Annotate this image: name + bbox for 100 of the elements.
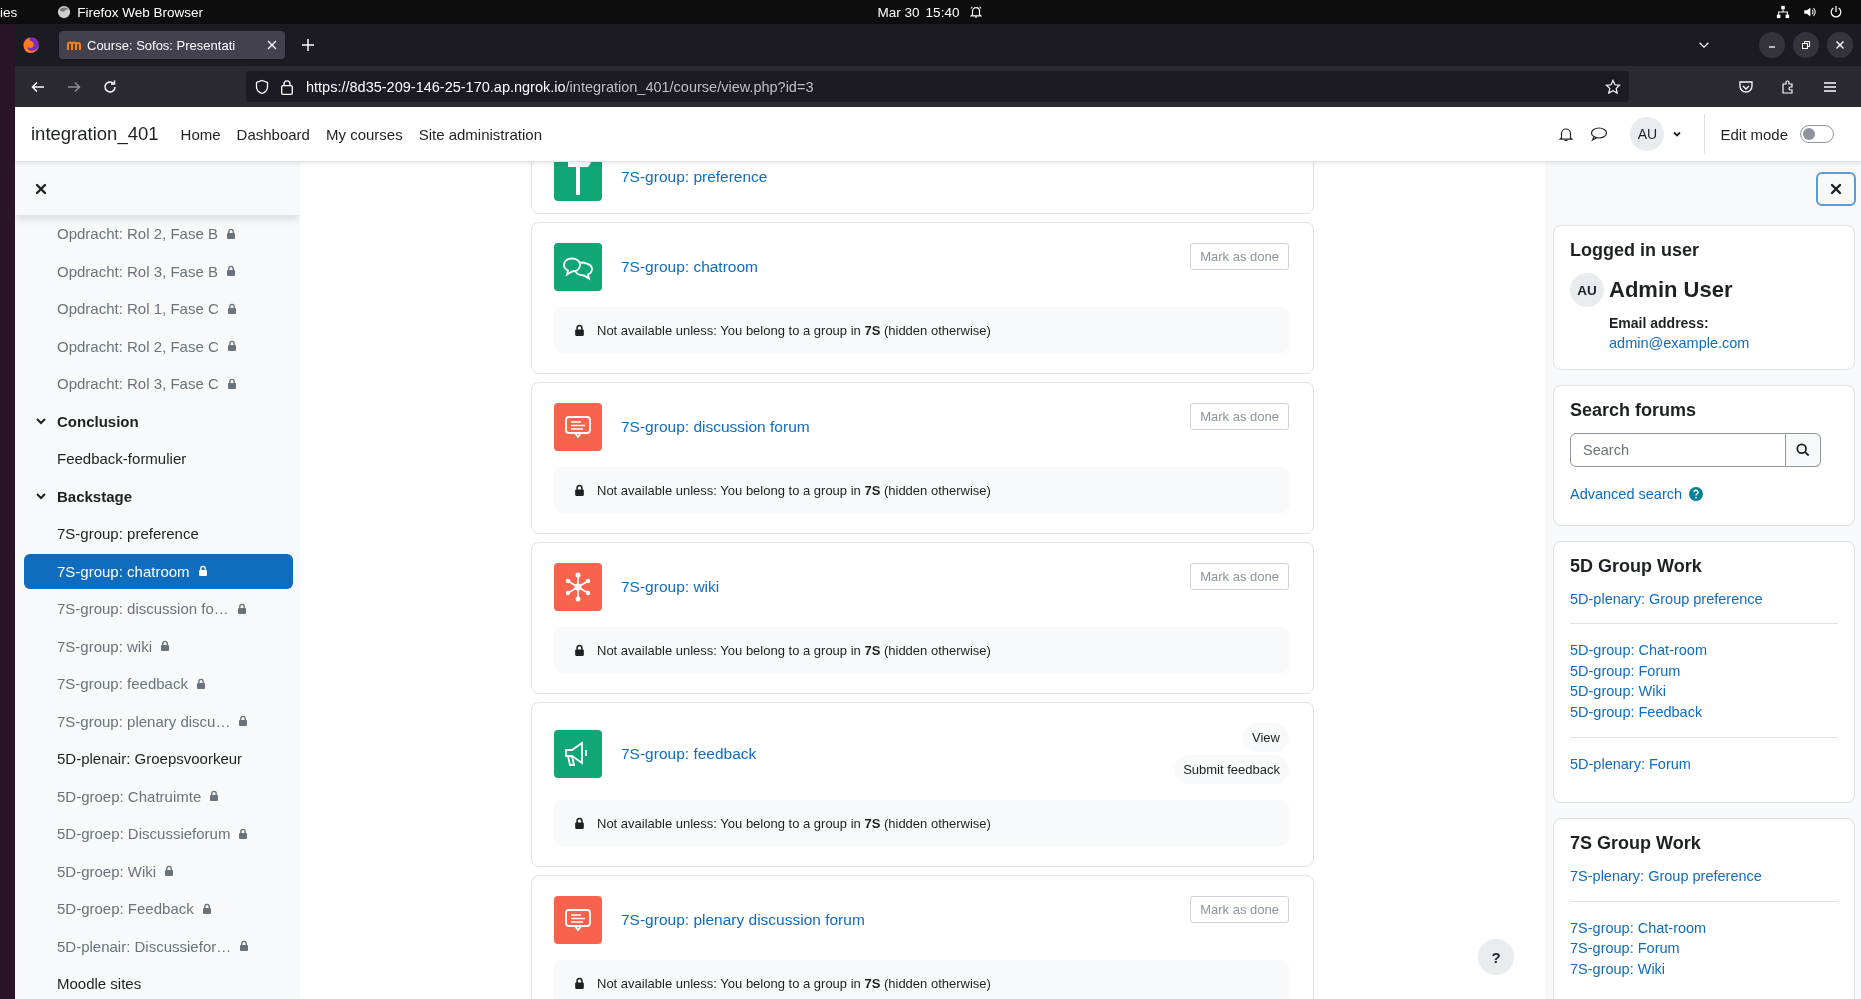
nav-link[interactable]: Home [172,117,229,151]
course-index-item[interactable]: Moodle sites [15,965,300,999]
course-index-item[interactable]: 5D-groep: Discussieforum [15,815,300,853]
activity-link[interactable]: 7S-group: discussion forum [621,418,1172,436]
activity-link[interactable]: 7S-group: preference [621,168,1289,186]
puzzle-piece-icon[interactable] [1780,78,1796,95]
speech-bubble-icon[interactable] [554,403,602,451]
block-link[interactable]: 5D-group: Forum [1570,660,1838,682]
alarm-bell-icon [969,5,984,19]
course-index-item[interactable]: Opdracht: Rol 3, Fase B [15,252,300,290]
reload-icon[interactable] [102,78,118,95]
block-link[interactable]: 7S-plenary: Group preference [1570,866,1838,887]
course-index-item[interactable]: 7S-group: discussion fo… [15,590,300,628]
course-index-item[interactable]: 7S-group: plenary discu… [15,702,300,740]
restriction-text: Not available unless: You belong to a group in 7S (hidden otherwise) [597,975,991,991]
course-index-item[interactable]: 7S-group: feedback [15,665,300,703]
course-index-item[interactable]: 7S-group: wiki [15,627,300,665]
lock-icon [225,227,236,240]
search-button[interactable] [1786,433,1821,467]
course-index-item[interactable]: 5D-plenair: Groepsvoorkeur [15,740,300,778]
firefox-logo-icon[interactable] [57,5,72,19]
lock-icon [226,377,237,390]
nav-link[interactable]: Site administration [410,117,551,151]
search-icon [1796,443,1810,457]
user-avatar[interactable]: AU [1630,117,1665,151]
caret-icon[interactable] [1672,129,1683,139]
star-icon[interactable] [1605,78,1621,95]
help-icon[interactable] [1689,487,1704,502]
section-heading[interactable]: Conclusion [57,412,139,430]
course-index-item[interactable]: Opdracht: Rol 1, Fase C [15,290,300,328]
course-index-item[interactable]: 7S-group: preference [15,515,300,553]
speech-bubble-icon[interactable] [554,896,602,944]
edit-mode-toggle[interactable] [1800,125,1834,143]
site-name[interactable]: integration_401 [31,123,159,145]
close-button[interactable] [1827,32,1853,58]
restriction-text: Not available unless: You belong to a group in 7S (hidden otherwise) [597,815,991,831]
advanced-search-link[interactable]: Advanced search [1570,484,1683,505]
shield-icon[interactable] [254,78,270,95]
bell-icon[interactable] [1558,126,1575,142]
course-index-item[interactable]: Opdracht: Rol 2, Fase B [15,215,300,253]
section-heading[interactable]: Backstage [57,487,133,505]
course-index-item[interactable]: 5D-plenair: Discussiefor… [15,927,300,965]
block-link[interactable]: 7S-group: Chat-room [1570,917,1838,939]
course-index-item[interactable]: Feedback-formulier [15,440,300,478]
course-index-item[interactable]: Opdracht: Rol 3, Fase C [15,365,300,403]
close-icon[interactable] [35,182,47,195]
course-index-item[interactable]: 5D-groep: Chatruimte [15,777,300,815]
block-link[interactable]: 5D-group: Chat-room [1570,640,1838,661]
volume-icon[interactable] [1802,5,1817,19]
block-link[interactable]: 5D-group: Wiki [1570,681,1838,702]
activity-link[interactable]: 7S-group: wiki [621,578,1172,596]
lock-icon [225,265,236,278]
speech-bubbles-icon[interactable] [554,243,602,291]
lock-icon [574,323,585,337]
network-icon[interactable] [1776,5,1790,19]
nav-link[interactable]: My courses [317,117,411,151]
course-index-item[interactable]: 7S-group: chatroom [24,553,293,589]
activity-link[interactable]: 7S-group: plenary discussion forum [621,911,1172,929]
search-field[interactable]: Search [1570,433,1786,467]
block-link[interactable]: 5D-group: Feedback [1570,701,1838,723]
activity-link[interactable]: 7S-group: feedback [621,744,1156,763]
nav-link[interactable]: Dashboard [228,117,318,151]
help-button[interactable]: ? [1478,939,1514,975]
restriction-text: Not available unless: You belong to a group in 7S (hidden otherwise) [597,322,991,338]
lock-icon[interactable] [280,78,294,95]
new-tab-icon[interactable] [301,38,315,52]
signpost-icon[interactable] [554,162,602,201]
firefox-logo-icon[interactable] [22,36,40,54]
clock-label[interactable]: Mar 30 15:40 [877,4,960,20]
app-menu-label[interactable]: Firefox Web Browser [77,4,204,20]
block-link[interactable]: 5D-plenary: Group preference [1570,588,1838,610]
block-link[interactable]: 5D-plenary: Forum [1570,753,1838,775]
megaphone-icon[interactable] [554,729,602,778]
chat-bubble-icon[interactable] [1590,126,1609,142]
mark-as-done-button[interactable]: Mark as done [1190,403,1289,430]
address-bar[interactable]: https://8d35-209-146-25-170.ap.ngrok.io/integration_401/course/view.php?id=3 [246,71,1629,102]
mark-as-done-button[interactable]: Mark as done [1190,243,1289,270]
activity-action-button[interactable]: Submit feedback [1174,755,1289,784]
email-link[interactable]: admin@example.com [1609,335,1838,351]
pocket-icon[interactable] [1738,78,1754,95]
activity-link[interactable]: 7S-group: chatroom [621,258,1172,276]
browser-tab[interactable]: Course: Sofos: Presentati [59,31,285,59]
course-index-item[interactable]: Opdracht: Rol 2, Fase C [15,327,300,365]
activities-button[interactable]: ies [0,4,18,20]
close-button[interactable] [1816,172,1856,206]
restriction-text: Not available unless: You belong to a group in 7S (hidden otherwise) [597,642,991,658]
lock-icon [226,340,237,353]
power-icon[interactable] [1829,5,1843,19]
block-title: Logged in user [1570,240,1700,261]
lock-icon [164,865,175,878]
course-index-item[interactable]: 5D-groep: Wiki [15,852,300,890]
activity-action-button[interactable]: View [1243,723,1289,752]
mark-as-done-button[interactable]: Mark as done [1190,563,1289,590]
block-link[interactable]: 7S-group: Forum [1570,938,1838,959]
block-link[interactable]: 7S-group: Wiki [1570,958,1838,980]
course-index-item[interactable]: 5D-groep: Feedback [15,890,300,928]
mark-as-done-button[interactable]: Mark as done [1190,896,1289,923]
restore-icon [1801,40,1811,50]
lock-icon [239,940,250,953]
restore-button[interactable] [1793,32,1819,58]
